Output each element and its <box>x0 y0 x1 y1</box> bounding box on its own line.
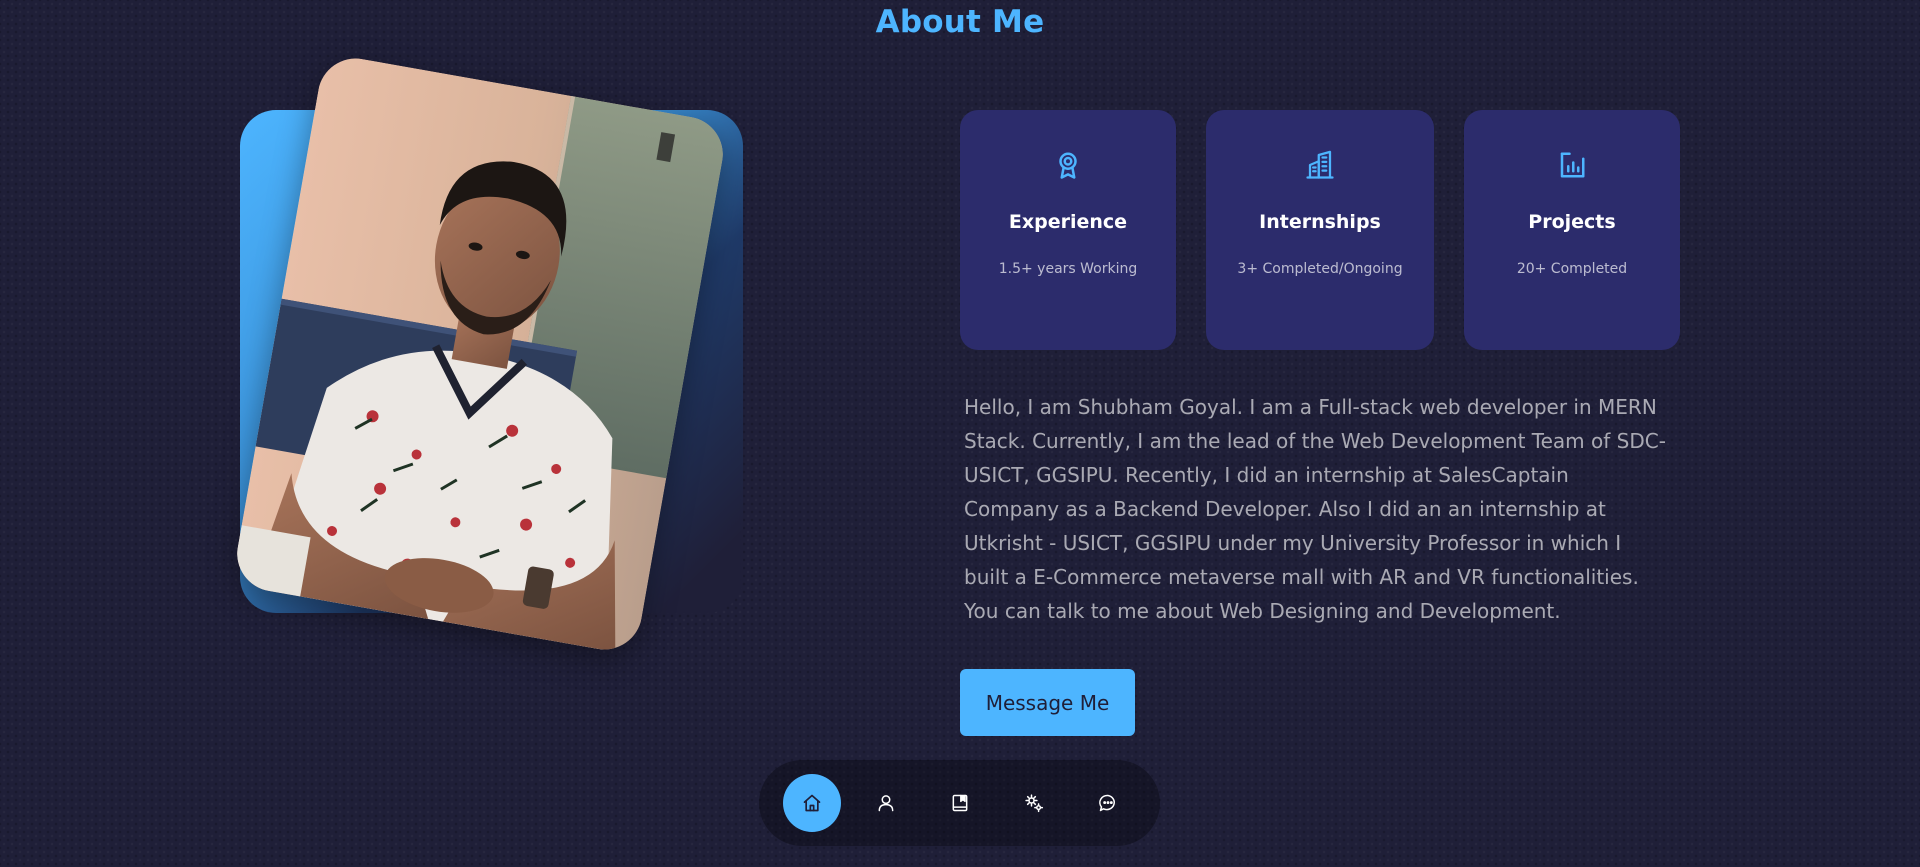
card-title: Projects <box>1528 211 1616 233</box>
building-icon <box>1305 150 1335 180</box>
award-icon <box>1053 150 1083 180</box>
card-title: Experience <box>1008 211 1128 233</box>
internships-card: Internships 3+ Completed/Ongoing <box>1206 110 1434 350</box>
chart-icon <box>1557 150 1587 180</box>
projects-card: Projects 20+ Completed <box>1464 110 1680 350</box>
bottom-nav <box>759 760 1160 846</box>
nav-about[interactable] <box>857 774 915 832</box>
nav-services[interactable] <box>1005 774 1063 832</box>
card-title: Internships <box>1259 211 1381 233</box>
card-subtitle: 20+ Completed <box>1516 261 1628 277</box>
section-title: About Me <box>875 4 1045 40</box>
experience-card: Experience 1.5+ years Working <box>960 110 1176 350</box>
nav-home[interactable] <box>783 774 841 832</box>
user-icon <box>876 793 896 813</box>
nav-experience[interactable] <box>931 774 989 832</box>
card-subtitle: 3+ Completed/Ongoing <box>1237 261 1403 277</box>
nav-contact[interactable] <box>1079 774 1137 832</box>
gears-icon <box>1024 793 1044 813</box>
home-icon <box>802 793 822 813</box>
book-icon <box>950 793 970 813</box>
card-subtitle: 1.5+ years Working <box>998 261 1138 277</box>
chat-icon <box>1098 793 1118 813</box>
message-me-button[interactable]: Message Me <box>960 669 1135 736</box>
bio-text: Hello, I am Shubham Goyal. I am a Full-s… <box>964 395 1666 623</box>
